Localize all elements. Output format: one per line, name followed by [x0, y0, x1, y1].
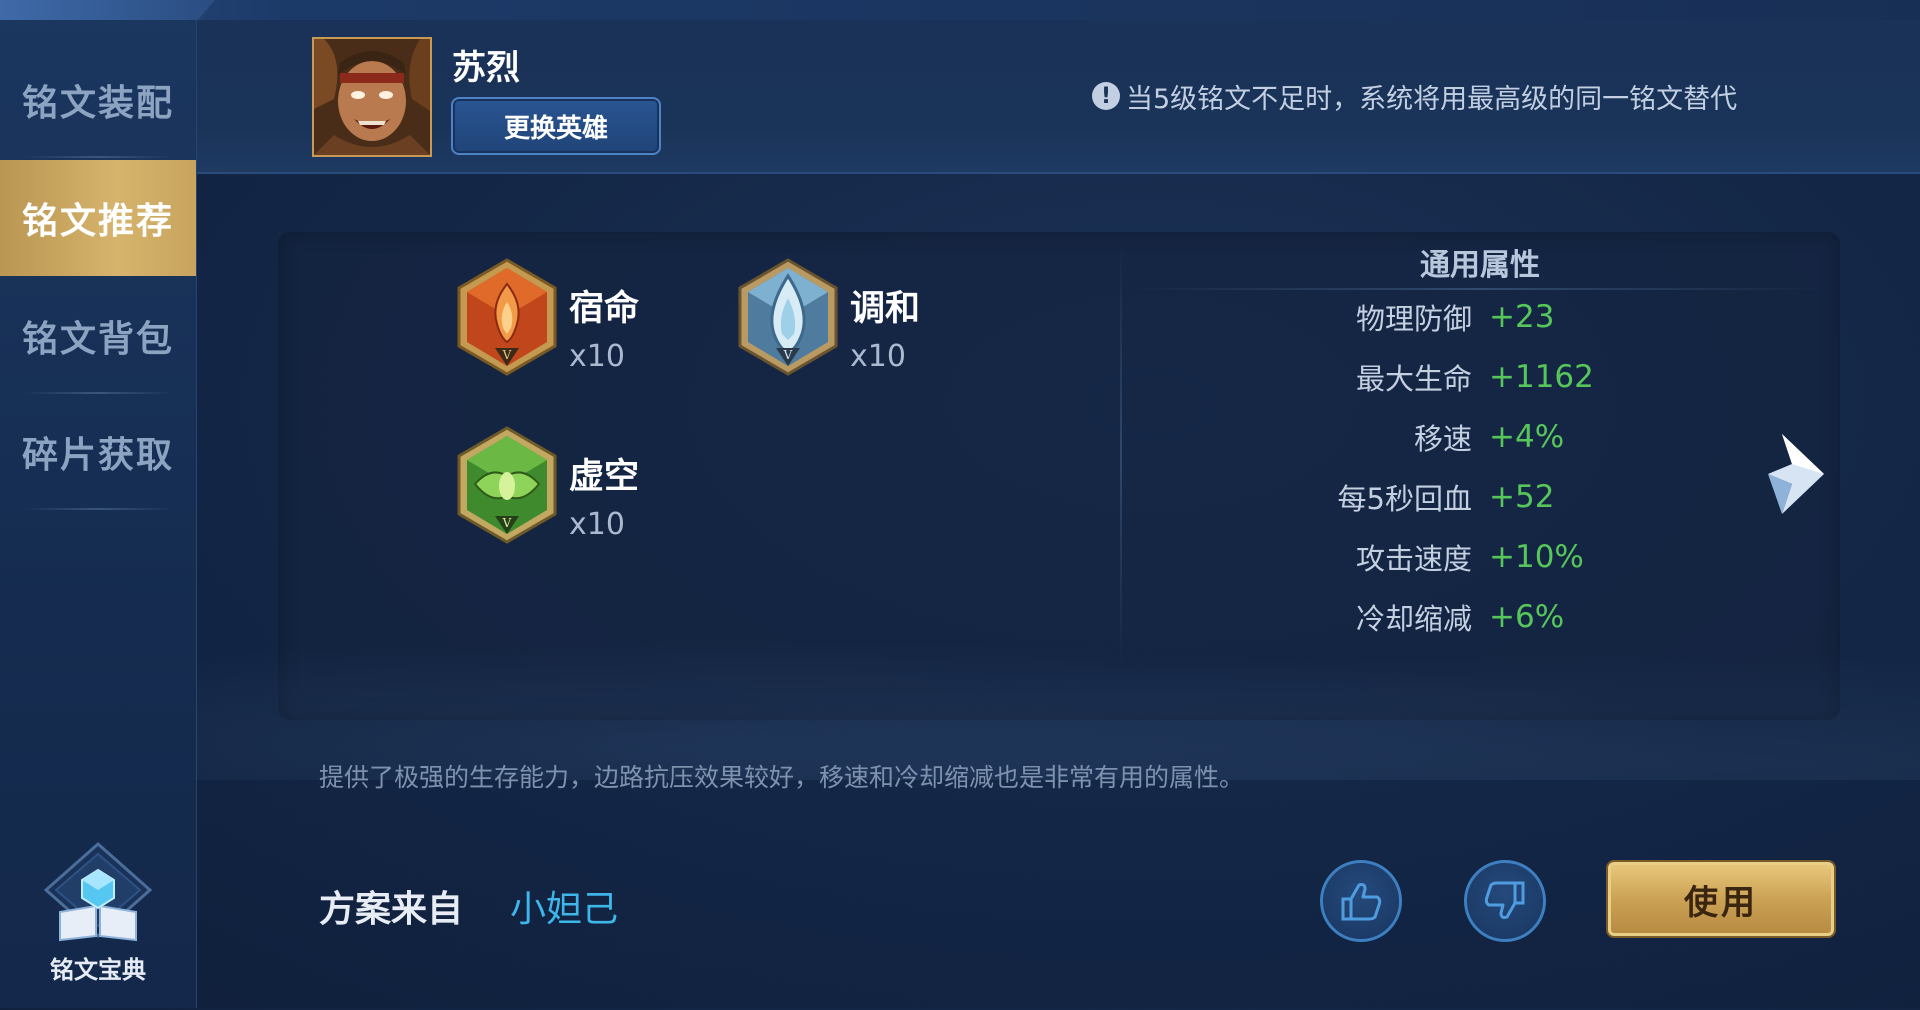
source-author-link[interactable]: 小妲己: [510, 880, 618, 932]
top-corner-decoration: [0, 0, 215, 20]
attribute-row: 移速 +4%: [1150, 415, 1650, 459]
codex-label: 铭文宝典: [50, 956, 146, 984]
flame-rune-icon: V: [457, 258, 557, 376]
rune-item[interactable]: V 调和 x10: [736, 258, 920, 376]
attributes-title-divider: [1130, 288, 1830, 290]
sidebar: 铭文装配 铭文推荐 铭文背包 碎片获取 铭文宝典: [0, 20, 197, 1008]
attribute-name: 攻击速度: [1355, 542, 1472, 576]
attribute-row: 冷却缩减 +6%: [1150, 595, 1650, 639]
attribute-row: 物理防御 +23: [1150, 295, 1650, 339]
thumbs-up-icon: [1341, 883, 1382, 921]
hero-portrait: [314, 39, 430, 155]
next-arrow-icon[interactable]: [1762, 428, 1830, 520]
thumbs-down-icon: [1484, 881, 1525, 919]
sidebar-item-label: 碎片获取: [21, 435, 174, 476]
sidebar-item-rune-assembly[interactable]: 铭文装配: [0, 42, 196, 158]
attribute-name: 移速: [1413, 422, 1472, 456]
sidebar-item-fragment-obtain[interactable]: 碎片获取: [0, 394, 196, 510]
top-strip: [0, 0, 1920, 21]
rune-name: 虚空: [569, 457, 640, 497]
rune-count: x10: [569, 339, 625, 374]
sidebar-item-label: 铭文背包: [21, 319, 174, 360]
attribute-value: +23: [1489, 299, 1555, 335]
book-crystal-icon: [43, 841, 153, 942]
attribute-row: 每5秒回血 +52: [1150, 475, 1650, 519]
attribute-name: 每5秒回血: [1337, 482, 1472, 516]
svg-text:V: V: [502, 516, 512, 530]
rune-item[interactable]: V 宿命 x10: [455, 258, 639, 376]
recommend-description: 提供了极强的生存能力，边路抗压效果较好，移速和冷却缩减也是非常有用的属性。: [319, 763, 1245, 792]
attribute-value: +52: [1489, 479, 1555, 515]
dislike-button[interactable]: [1464, 860, 1546, 942]
divider: [22, 156, 174, 158]
like-button[interactable]: [1320, 860, 1402, 942]
rune-item[interactable]: V 虚空 x10: [455, 426, 639, 544]
exclamation-icon: !: [1092, 82, 1120, 110]
attribute-name: 物理防御: [1355, 302, 1472, 336]
notice-text: 当5级铭文不足时，系统将用最高级的同一铭文替代: [1126, 83, 1738, 115]
attribute-value: +6%: [1489, 599, 1565, 635]
teardrop-rune-icon: V: [738, 258, 838, 376]
sidebar-item-rune-bag[interactable]: 铭文背包: [0, 278, 196, 394]
change-hero-button[interactable]: 更换英雄: [451, 97, 661, 155]
attribute-row: 最大生命 +1162: [1150, 355, 1650, 399]
rune-name: 宿命: [569, 289, 640, 329]
rune-codex-button[interactable]: 铭文宝典: [0, 840, 196, 1010]
divider: [22, 508, 174, 510]
sidebar-item-rune-recommend[interactable]: 铭文推荐: [0, 160, 196, 276]
hero-name: 苏烈: [452, 48, 520, 88]
attribute-name: 最大生命: [1355, 362, 1472, 396]
svg-text:V: V: [783, 348, 793, 362]
attribute-value: +1162: [1489, 359, 1594, 395]
use-button[interactable]: 使用: [1608, 862, 1834, 936]
source-label: 方案来自: [319, 889, 464, 930]
attribute-value: +4%: [1489, 419, 1565, 455]
rune-count: x10: [850, 339, 906, 374]
sidebar-item-label: 铭文推荐: [21, 201, 174, 242]
rune-notice: ! 当5级铭文不足时，系统将用最高级的同一铭文替代: [1092, 78, 1738, 115]
panel-divider: [1120, 245, 1122, 665]
attribute-name: 冷却缩减: [1355, 602, 1472, 636]
leaf-rune-icon: V: [457, 426, 557, 544]
attribute-value: +10%: [1489, 539, 1584, 575]
rune-name: 调和: [850, 289, 921, 329]
rune-count: x10: [569, 507, 625, 542]
attributes-title: 通用属性: [1420, 248, 1540, 283]
sidebar-item-label: 铭文装配: [21, 83, 174, 124]
attribute-row: 攻击速度 +10%: [1150, 535, 1650, 579]
svg-text:V: V: [502, 348, 512, 362]
hero-avatar: [312, 37, 432, 157]
